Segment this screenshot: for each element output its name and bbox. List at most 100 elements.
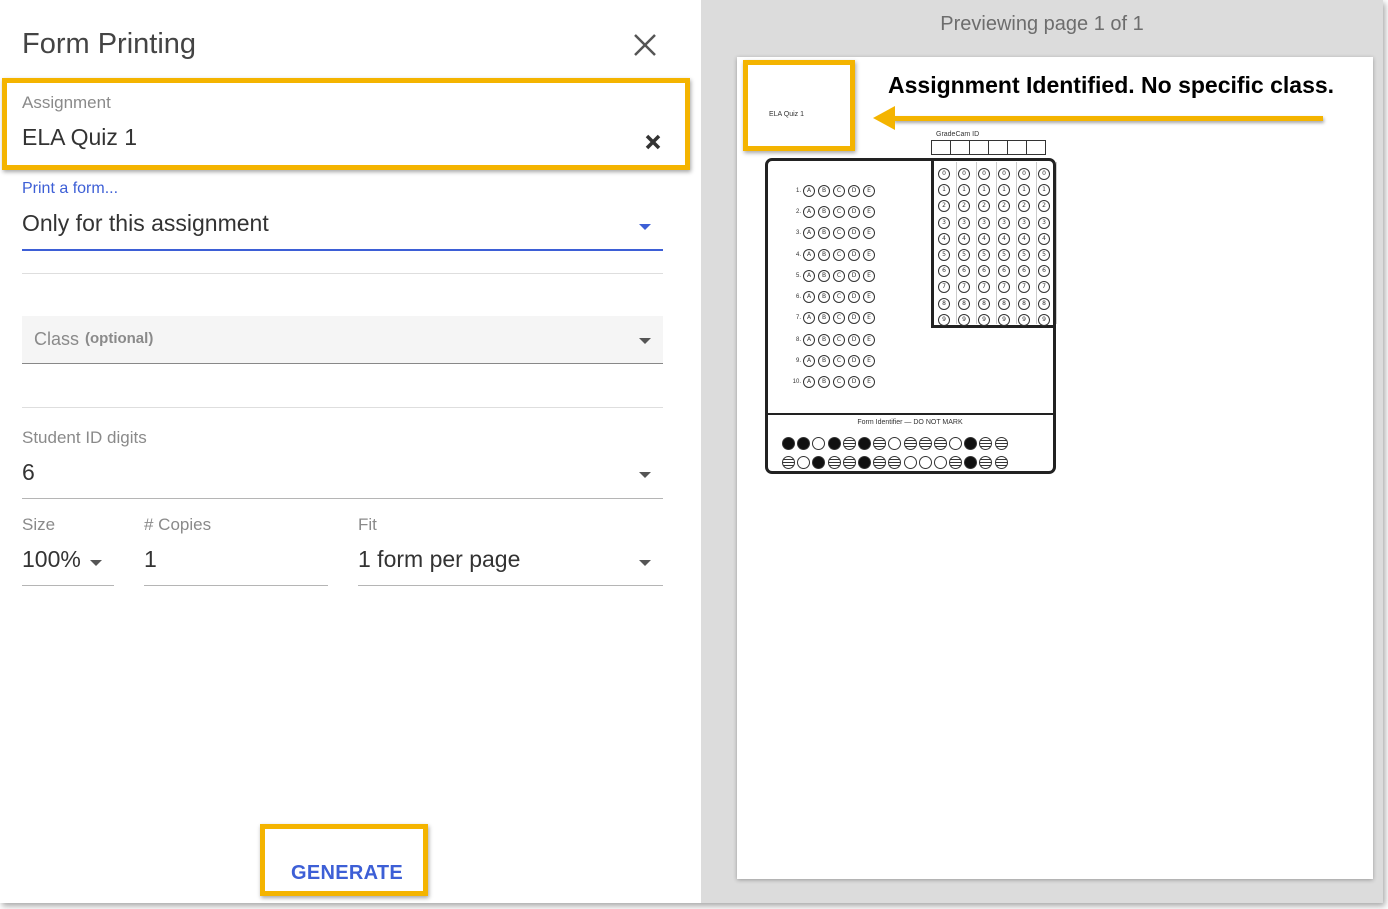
id-digit-column: 012345678 9: [1018, 162, 1037, 326]
id-digit-cell: 5: [938, 243, 956, 261]
answer-bubble: A: [803, 248, 815, 261]
answer-bubble: E: [863, 312, 875, 325]
answer-bubble: D: [848, 291, 860, 304]
answer-bubble: C: [833, 376, 845, 389]
question-row: 2. A B C D E: [787, 201, 878, 222]
print-form-select[interactable]: Only for this assignment: [22, 210, 269, 237]
class-optional-hint: (optional): [85, 330, 154, 347]
identifier-mark: [933, 437, 947, 450]
id-digit-cell: 2: [958, 194, 976, 213]
id-digit-column: 012345678 9: [998, 162, 1017, 326]
class-dropdown-icon[interactable]: [639, 338, 651, 344]
identifier-mark: [918, 437, 932, 450]
id-digit-cell: 6: [1018, 259, 1036, 278]
identifier-mark: [857, 437, 871, 450]
identifier-mark: [812, 437, 826, 450]
id-digit-cell: 2: [1038, 194, 1056, 213]
answer-bubble: A: [803, 376, 815, 389]
answer-bubble: B: [818, 291, 830, 304]
answer-bubble: B: [818, 269, 830, 282]
id-digit-cell: 4: [958, 227, 976, 245]
fit-underline: [358, 585, 663, 586]
id-digit-cell: 2: [938, 194, 956, 213]
identifier-mark: [964, 437, 978, 450]
id-digit-cell: 0: [958, 162, 976, 180]
preview-page: ELA Quiz 1 GradeCam ID 1. A B C D E 2. A B C D E 3. A…: [737, 57, 1373, 879]
class-select[interactable]: Class (optional): [22, 316, 663, 364]
answer-bubble: E: [863, 269, 875, 282]
id-digit-cell: 9: [1018, 308, 1036, 326]
question-row: 1. A B C D E: [787, 180, 878, 201]
annotation-callout: Assignment Identified. No specific class…: [888, 72, 1335, 98]
id-digit-cell: 5: [998, 243, 1016, 261]
generate-button[interactable]: GENERATE: [291, 862, 403, 885]
id-digit-cell: 6: [998, 259, 1016, 278]
answer-bubble: A: [803, 269, 815, 282]
preview-page-indicator: Previewing page 1 of 1: [940, 13, 1144, 35]
size-label: Size: [22, 515, 56, 534]
answer-bubble: D: [848, 269, 860, 282]
close-icon[interactable]: [628, 28, 662, 62]
print-form-dropdown-icon[interactable]: [639, 224, 651, 230]
question-row: 5. A B C D E: [787, 265, 878, 286]
student-id-dropdown-icon[interactable]: [639, 472, 651, 478]
fit-select[interactable]: 1 form per page: [358, 546, 520, 573]
identifier-mark: [857, 456, 871, 469]
answer-bubble: A: [803, 333, 815, 346]
size-dropdown-icon[interactable]: [90, 560, 102, 566]
answer-bubble: A: [803, 205, 815, 218]
id-digit-box: [931, 140, 951, 155]
id-digit-cell: 1: [978, 178, 996, 197]
fit-dropdown-icon[interactable]: [639, 560, 651, 566]
divider: [22, 407, 663, 408]
student-id-underline: [22, 498, 663, 499]
id-digit-column: 012345678 9: [938, 162, 957, 326]
answer-bubble: A: [803, 312, 815, 325]
assignment-input[interactable]: ELA Quiz 1: [22, 124, 137, 151]
id-digit-cell: 4: [978, 227, 996, 245]
answer-bubble: B: [818, 355, 830, 368]
id-digit-cell: 8: [1018, 292, 1036, 310]
question-number: 3.: [795, 230, 801, 237]
student-id-select[interactable]: 6: [22, 459, 35, 486]
assignment-label: Assignment: [22, 93, 111, 112]
answer-bubble: E: [863, 205, 875, 218]
identifier-mark: [979, 456, 993, 469]
settings-panel: Form Printing Assignment ELA Quiz 1 Prin…: [0, 0, 701, 903]
size-select[interactable]: 100%: [22, 546, 81, 573]
answer-bubble: C: [833, 227, 845, 240]
id-digit-cell: 8: [998, 292, 1016, 310]
identifier-mark: [933, 456, 947, 469]
identifier-row: [782, 434, 1010, 453]
id-digit-bubble: 9: [1018, 313, 1030, 326]
id-digit-cell: 3: [1038, 211, 1056, 229]
id-digit-cell: 6: [1038, 259, 1056, 278]
id-digit-cell: 2: [998, 194, 1016, 213]
identifier-mark: [903, 456, 917, 469]
id-digit-cell: 9: [998, 308, 1016, 326]
id-digit-bubble: 9: [958, 313, 970, 326]
id-digit-box: [988, 140, 1008, 155]
identifier-row: [782, 453, 1010, 472]
id-digit-cell: 4: [1018, 227, 1036, 245]
id-digit-cell: 3: [998, 211, 1016, 229]
answer-bubble: A: [803, 355, 815, 368]
question-row: 9. A B C D E: [787, 350, 878, 371]
id-digit-cell: 5: [958, 243, 976, 261]
answer-bubble: B: [818, 205, 830, 218]
id-digit-column: 012345678 9: [958, 162, 977, 326]
student-id-label: Student ID digits: [22, 428, 147, 447]
answer-bubble: C: [833, 312, 845, 325]
id-digit-cell: 0: [1038, 162, 1056, 180]
id-digit-cell: 3: [1018, 211, 1036, 229]
id-digit-cell: 1: [1018, 178, 1036, 197]
identifier-mark: [873, 437, 887, 450]
id-digit-cell: 9: [1038, 308, 1056, 326]
question-row: 7. A B C D E: [787, 308, 878, 329]
copies-label: # Copies: [144, 515, 212, 534]
answer-bubble: C: [833, 205, 845, 218]
id-digit-cell: 2: [978, 194, 996, 213]
clear-icon[interactable]: [644, 133, 662, 151]
copies-input[interactable]: 1: [144, 546, 157, 573]
answer-bubble: E: [863, 227, 875, 240]
